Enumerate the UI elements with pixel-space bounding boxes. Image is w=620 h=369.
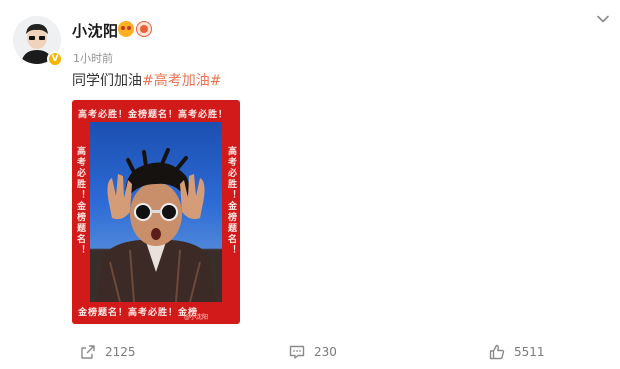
post-text: 同学们加油#高考加油# xyxy=(72,70,221,90)
chevron-down-icon[interactable] xyxy=(596,12,610,26)
weibo-post: V 小沈阳 1小时前 同学们加油#高考加油# 高考必胜！金榜题名！高考必胜！ 高… xyxy=(0,0,620,369)
repost-count: 2125 xyxy=(105,345,136,359)
poster-right-text: 高考必胜！金榜题名！ xyxy=(226,146,236,256)
poster-left-text: 高考必胜！金榜题名！ xyxy=(75,146,85,256)
username[interactable]: 小沈阳 xyxy=(72,20,119,41)
like-count: 5511 xyxy=(514,345,545,359)
repost-icon xyxy=(81,345,95,359)
post-image[interactable]: 高考必胜！金榜题名！高考必胜！ 高考必胜！金榜题名！ 高考必胜！金榜题名！ 金榜… xyxy=(72,100,240,324)
comment-button[interactable]: 230 xyxy=(289,344,337,360)
like-icon xyxy=(489,344,505,360)
comment-count: 230 xyxy=(314,345,337,359)
poster-top-text: 高考必胜！金榜题名！高考必胜！ xyxy=(78,110,229,120)
like-button[interactable]: 5511 xyxy=(489,344,545,360)
fan-badge-icon xyxy=(136,21,152,37)
image-watermark: @小沈阳 xyxy=(184,314,209,321)
hashtag-link[interactable]: #高考加油# xyxy=(142,73,221,89)
post-time[interactable]: 1小时前 xyxy=(73,50,113,66)
poster-bottom-text: 金榜题名！高考必胜！金榜 xyxy=(78,308,199,318)
emoji-badge-icon xyxy=(118,21,134,37)
post-body: 同学们加油 xyxy=(72,73,142,89)
comment-icon xyxy=(289,345,305,359)
repost-button[interactable]: 2125 xyxy=(80,344,136,360)
verified-icon: V xyxy=(47,51,63,67)
poster-photo xyxy=(90,122,222,302)
